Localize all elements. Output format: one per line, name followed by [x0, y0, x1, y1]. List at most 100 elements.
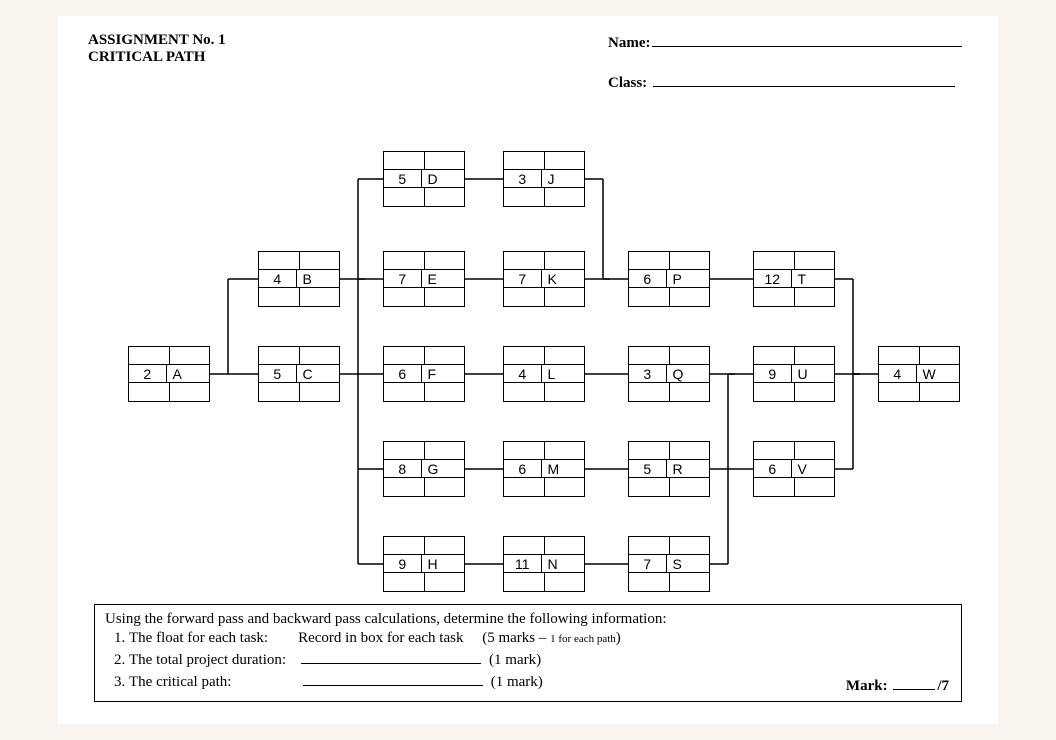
es-cell[interactable]: [754, 347, 795, 364]
ef-cell[interactable]: [425, 252, 465, 269]
lf-cell[interactable]: [300, 383, 340, 401]
lf-cell[interactable]: [795, 288, 835, 306]
lf-cell[interactable]: [545, 383, 585, 401]
mark-blank[interactable]: [893, 675, 935, 690]
ls-cell[interactable]: [754, 288, 795, 306]
es-cell[interactable]: [879, 347, 920, 364]
ls-cell[interactable]: [629, 478, 670, 496]
task-box-C[interactable]: 5C: [258, 346, 340, 402]
task-box-F[interactable]: 6F: [383, 346, 465, 402]
ef-cell[interactable]: [670, 347, 710, 364]
ef-cell[interactable]: [545, 252, 585, 269]
task-box-Q[interactable]: 3Q: [628, 346, 710, 402]
es-cell[interactable]: [629, 347, 670, 364]
es-cell[interactable]: [754, 442, 795, 459]
task-box-L[interactable]: 4L: [503, 346, 585, 402]
ef-cell[interactable]: [300, 347, 340, 364]
lf-cell[interactable]: [425, 288, 465, 306]
item3-blank[interactable]: [303, 671, 483, 686]
ef-cell[interactable]: [920, 347, 960, 364]
ef-cell[interactable]: [795, 347, 835, 364]
es-cell[interactable]: [384, 442, 425, 459]
ef-cell[interactable]: [670, 442, 710, 459]
lf-cell[interactable]: [920, 383, 960, 401]
lf-cell[interactable]: [545, 478, 585, 496]
task-box-T[interactable]: 12T: [753, 251, 835, 307]
ef-cell[interactable]: [425, 442, 465, 459]
task-box-E[interactable]: 7E: [383, 251, 465, 307]
ef-cell[interactable]: [300, 252, 340, 269]
ls-cell[interactable]: [504, 478, 545, 496]
item2-blank[interactable]: [301, 649, 481, 664]
ls-cell[interactable]: [504, 573, 545, 591]
ef-cell[interactable]: [670, 252, 710, 269]
ls-cell[interactable]: [129, 383, 170, 401]
es-cell[interactable]: [754, 252, 795, 269]
task-box-K[interactable]: 7K: [503, 251, 585, 307]
ls-cell[interactable]: [259, 383, 300, 401]
es-cell[interactable]: [504, 252, 545, 269]
task-box-M[interactable]: 6M: [503, 441, 585, 497]
lf-cell[interactable]: [300, 288, 340, 306]
task-box-W[interactable]: 4W: [878, 346, 960, 402]
lf-cell[interactable]: [670, 573, 710, 591]
es-cell[interactable]: [384, 252, 425, 269]
task-box-D[interactable]: 5D: [383, 151, 465, 207]
ls-cell[interactable]: [754, 478, 795, 496]
lf-cell[interactable]: [425, 478, 465, 496]
es-cell[interactable]: [384, 347, 425, 364]
es-cell[interactable]: [504, 347, 545, 364]
ls-cell[interactable]: [504, 188, 545, 206]
lf-cell[interactable]: [425, 573, 465, 591]
ef-cell[interactable]: [545, 152, 585, 169]
es-cell[interactable]: [384, 152, 425, 169]
lf-cell[interactable]: [670, 288, 710, 306]
ef-cell[interactable]: [425, 347, 465, 364]
lf-cell[interactable]: [670, 383, 710, 401]
lf-cell[interactable]: [670, 478, 710, 496]
es-cell[interactable]: [504, 152, 545, 169]
task-box-S[interactable]: 7S: [628, 536, 710, 592]
ls-cell[interactable]: [259, 288, 300, 306]
ef-cell[interactable]: [545, 537, 585, 554]
ls-cell[interactable]: [504, 383, 545, 401]
ef-cell[interactable]: [545, 347, 585, 364]
lf-cell[interactable]: [425, 188, 465, 206]
task-box-J[interactable]: 3J: [503, 151, 585, 207]
class-field[interactable]: Class:: [608, 72, 955, 92]
lf-cell[interactable]: [545, 288, 585, 306]
lf-cell[interactable]: [795, 478, 835, 496]
lf-cell[interactable]: [795, 383, 835, 401]
task-box-H[interactable]: 9H: [383, 536, 465, 592]
class-blank[interactable]: [653, 72, 955, 87]
es-cell[interactable]: [129, 347, 170, 364]
task-box-N[interactable]: 11N: [503, 536, 585, 592]
task-box-A[interactable]: 2A: [128, 346, 210, 402]
es-cell[interactable]: [384, 537, 425, 554]
ls-cell[interactable]: [384, 188, 425, 206]
ef-cell[interactable]: [795, 252, 835, 269]
lf-cell[interactable]: [545, 573, 585, 591]
task-box-V[interactable]: 6V: [753, 441, 835, 497]
ef-cell[interactable]: [425, 537, 465, 554]
ef-cell[interactable]: [795, 442, 835, 459]
es-cell[interactable]: [629, 252, 670, 269]
ls-cell[interactable]: [384, 288, 425, 306]
lf-cell[interactable]: [545, 188, 585, 206]
ls-cell[interactable]: [384, 383, 425, 401]
ef-cell[interactable]: [425, 152, 465, 169]
lf-cell[interactable]: [425, 383, 465, 401]
ls-cell[interactable]: [754, 383, 795, 401]
ls-cell[interactable]: [629, 288, 670, 306]
task-box-B[interactable]: 4B: [258, 251, 340, 307]
es-cell[interactable]: [629, 442, 670, 459]
lf-cell[interactable]: [170, 383, 210, 401]
task-box-U[interactable]: 9U: [753, 346, 835, 402]
name-blank[interactable]: [652, 32, 962, 47]
name-field[interactable]: Name:: [608, 32, 962, 52]
ef-cell[interactable]: [670, 537, 710, 554]
ls-cell[interactable]: [504, 288, 545, 306]
es-cell[interactable]: [504, 537, 545, 554]
task-box-R[interactable]: 5R: [628, 441, 710, 497]
ef-cell[interactable]: [170, 347, 210, 364]
